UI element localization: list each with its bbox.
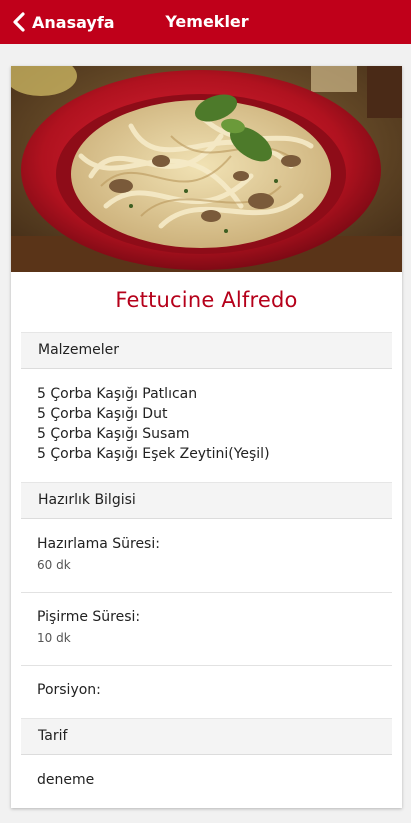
instructions-text: deneme [37,772,95,788]
top-app-bar: Anasayfa Yemekler [0,0,411,44]
recipe-card: Fettucine Alfredo Malzemeler 5 Çorba Kaş… [11,66,402,808]
recipe-title: Fettucine Alfredo [115,288,298,312]
page-title-text: Yemekler [165,12,249,31]
divider [21,592,392,593]
divider [21,665,392,666]
page-title: Yemekler [0,0,411,44]
ingredient-item: 5 Çorba Kaşığı Eşek Zeytini(Yeşil) [37,446,270,462]
ingredients-list: 5 Çorba Kaşığı Patlıcan 5 Çorba Kaşığı D… [37,384,270,464]
ingredient-item: 5 Çorba Kaşığı Dut [37,406,168,422]
recipe-photo [11,66,402,272]
ingredient-item: 5 Çorba Kaşığı Susam [37,426,190,442]
servings-label: Porsiyon: [37,682,101,698]
cook-time-value: 10 dk [37,631,71,645]
prep-time-value: 60 dk [37,558,71,572]
ingredients-header: Malzemeler [21,332,392,369]
prep-info-header: Hazırlık Bilgisi [21,482,392,519]
instructions-header: Tarif [21,718,392,755]
prep-time-label: Hazırlama Süresi: [37,536,160,552]
ingredient-item: 5 Çorba Kaşığı Patlıcan [37,386,198,402]
cook-time-label: Pişirme Süresi: [37,609,141,625]
